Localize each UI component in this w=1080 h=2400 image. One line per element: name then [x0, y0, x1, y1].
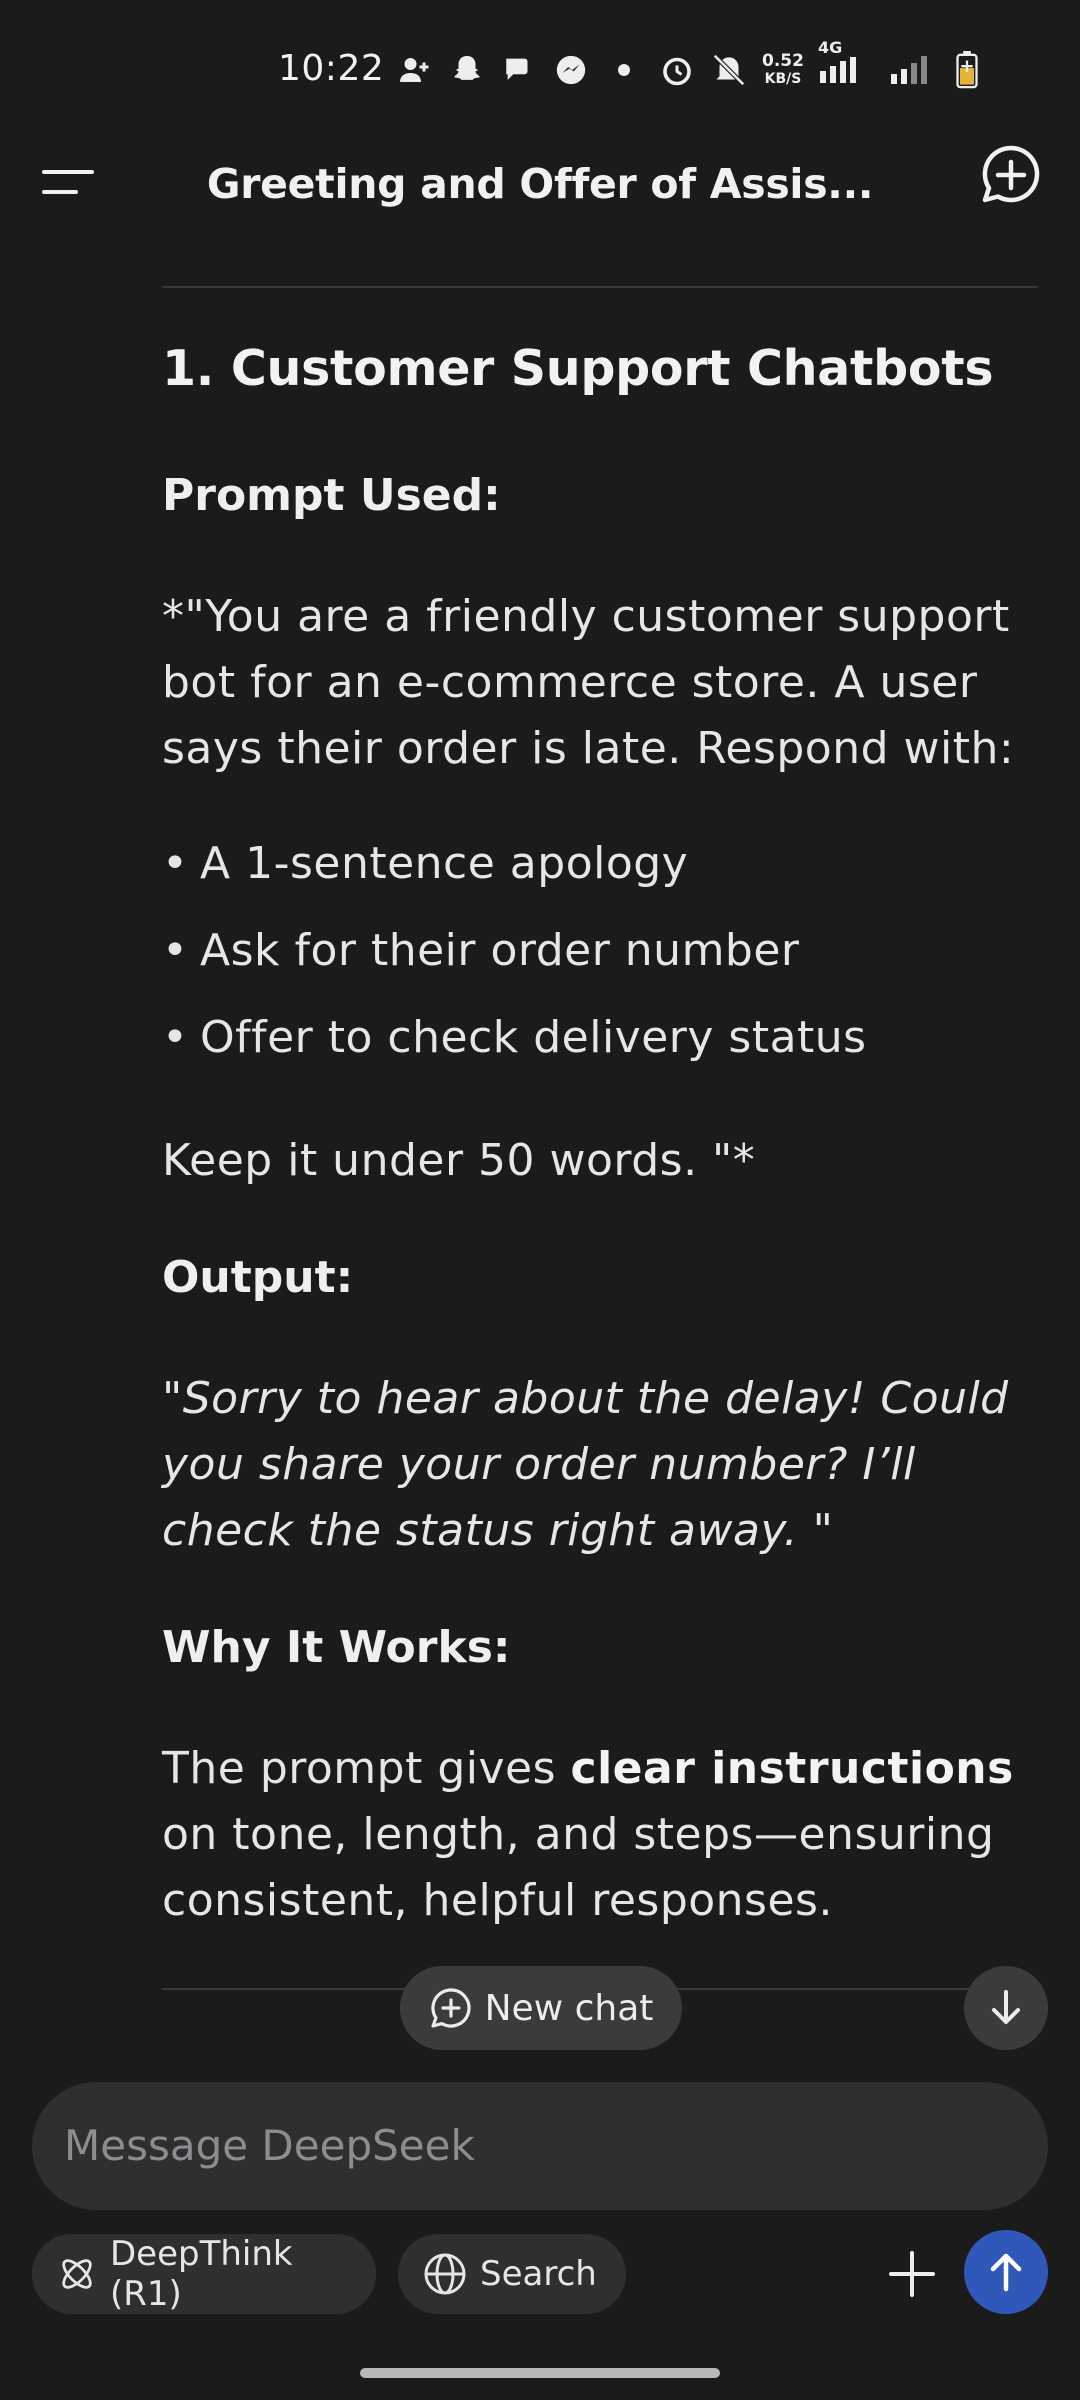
output-text: "Sorry to hear about the delay! Could yo… — [162, 1373, 1009, 1556]
deepthink-label: DeepThink (R1) — [109, 2234, 293, 2314]
status-time: 10:22 — [278, 48, 385, 89]
scroll-to-bottom-button[interactable] — [964, 1966, 1048, 2050]
atom-icon — [62, 2259, 92, 2289]
alarm-icon — [658, 51, 696, 89]
globe-icon — [424, 2253, 466, 2295]
add-contact-icon — [396, 51, 434, 89]
why-it-works-label: Why It Works: — [162, 1622, 511, 1673]
attach-button[interactable] — [870, 2232, 954, 2316]
deepthink-toggle[interactable]: DeepThink (R1) — [32, 2234, 376, 2314]
prompt-used-label: Prompt Used: — [162, 470, 501, 521]
new-chat-icon — [982, 145, 1040, 203]
keep-it-short-text: Keep it under 50 words. "* — [162, 1135, 756, 1186]
arrow-up-icon — [990, 2253, 1022, 2292]
section-heading: 1. Customer Support Chatbots — [162, 340, 994, 397]
search-toggle[interactable]: Search — [398, 2234, 626, 2314]
network-speed: 0.52 KB/S — [762, 51, 804, 87]
snapchat-icon — [448, 51, 486, 89]
chat-title[interactable]: Greeting and Offer of Assis... — [170, 160, 910, 208]
signal-icon — [888, 51, 934, 89]
arrow-down-icon — [992, 1990, 1020, 2024]
status-bar: 10:22 0.52 KB/S 4G — [0, 0, 1080, 140]
home-indicator[interactable] — [360, 2368, 720, 2378]
message-input[interactable] — [64, 2112, 1004, 2178]
status-icons: 0.52 KB/S 4G — [396, 38, 986, 90]
plus-icon — [889, 2251, 935, 2297]
chat-bubbles-icon — [500, 51, 538, 89]
battery-icon — [948, 51, 986, 89]
new-chat-label: New chat — [484, 1987, 654, 2029]
send-button[interactable] — [964, 2230, 1048, 2314]
prompt-text: *"You are a friendly customer support bo… — [162, 591, 1015, 774]
mute-icon — [710, 51, 748, 89]
menu-icon — [42, 170, 94, 194]
messenger-icon — [552, 51, 590, 89]
new-chat-header-button[interactable] — [976, 140, 1046, 220]
message-composer — [32, 2082, 1048, 2210]
list-item: • A 1-sentence apology — [162, 838, 689, 889]
new-chat-button[interactable]: New chat — [400, 1966, 682, 2050]
output-label: Output: — [162, 1252, 354, 1303]
notification-dot-icon — [618, 64, 630, 76]
new-chat-icon — [431, 1988, 471, 2028]
divider — [162, 286, 1038, 288]
menu-button[interactable] — [38, 152, 100, 214]
app-header: Greeting and Offer of Assis... — [0, 130, 1080, 240]
list-item: • Ask for their order number — [162, 925, 800, 976]
search-label: Search — [480, 2254, 597, 2294]
why-it-works-text: The prompt gives clear instructions on t… — [162, 1743, 1014, 1926]
list-item: • Offer to check delivery status — [162, 1012, 867, 1063]
signal-4g-icon: 4G — [818, 38, 874, 89]
